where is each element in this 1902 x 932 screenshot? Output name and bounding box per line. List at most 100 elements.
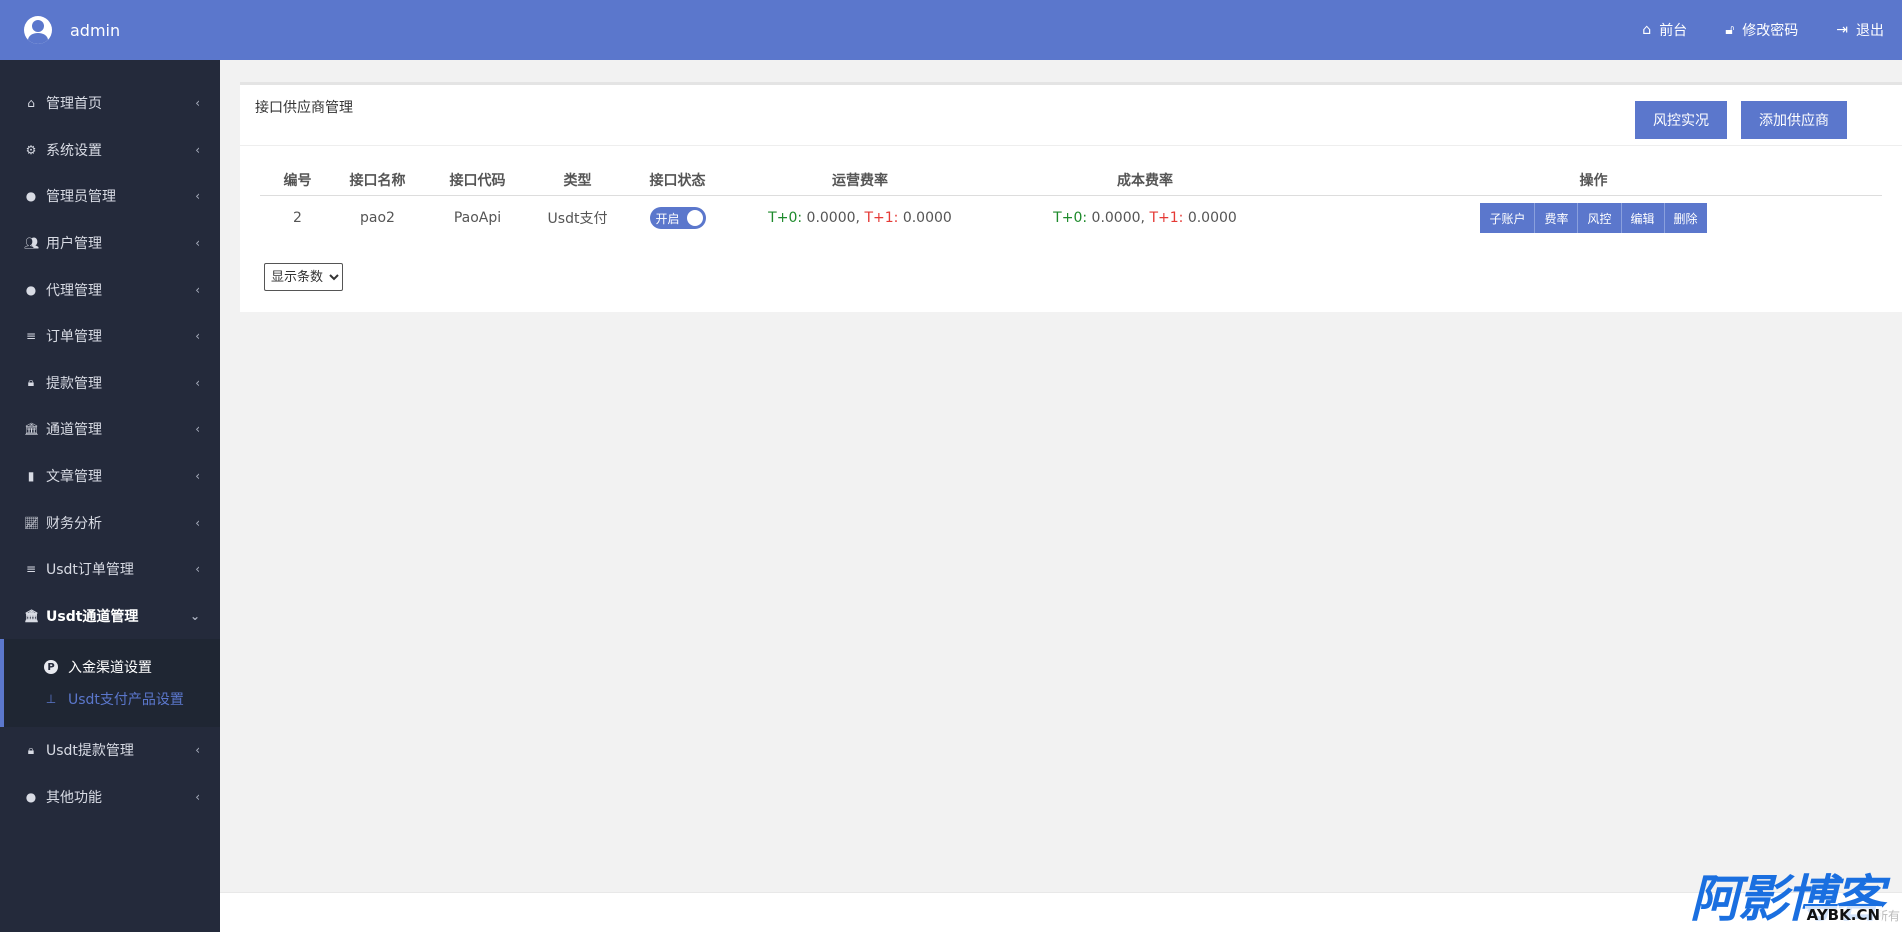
- rate-button[interactable]: 费率: [1535, 203, 1579, 234]
- sidebar: ⌂ 管理首页 ‹ ⚙ 系统设置 ‹ ● 管理员管理 ‹ 👥︎ 用户管理 ‹ ● …: [0, 60, 220, 932]
- sidebar-item-label: Usdt订单管理: [46, 562, 134, 579]
- sidebar-item-agents[interactable]: ● 代理管理 ‹: [0, 266, 220, 313]
- t0-value: 0.0000: [1091, 210, 1141, 227]
- submenu-item-label: 入金渠道设置: [68, 660, 152, 677]
- footer: 所有: [220, 892, 1902, 932]
- cell-code: PaoApi: [453, 210, 502, 227]
- column-header: 类型: [535, 165, 620, 196]
- lock-icon: 🔒︎: [27, 742, 35, 757]
- edit-button[interactable]: 编辑: [1621, 203, 1665, 234]
- cell-status: 开启: [620, 195, 735, 241]
- chevron-left-icon: ‹: [195, 282, 200, 297]
- lock-icon: 🔒︎: [27, 375, 35, 390]
- book-icon: ▮: [27, 469, 35, 484]
- user-circle-icon: ●: [25, 189, 37, 204]
- sidebar-item-admins[interactable]: ● 管理员管理 ‹: [0, 173, 220, 220]
- t0-sep: :: [797, 210, 803, 227]
- page-title: 接口供应商管理: [255, 100, 353, 116]
- rate-comma: ,: [1140, 210, 1145, 227]
- status-toggle[interactable]: 开启: [649, 207, 706, 230]
- sidebar-item-usdt-orders[interactable]: ≡ Usdt订单管理 ‹: [0, 546, 220, 593]
- t1-value: 0.0000: [1187, 210, 1237, 227]
- user-circle-icon: ●: [25, 790, 37, 805]
- sidebar-item-label: Usdt通道管理: [46, 608, 139, 625]
- sidebar-item-withdrawals[interactable]: 🔒︎ 提款管理 ‹: [0, 360, 220, 407]
- lock-icon: 🔓︎: [1725, 22, 1735, 38]
- sidebar-item-home[interactable]: ⌂ 管理首页 ‹: [0, 80, 220, 127]
- t0-label: T+0: [1053, 210, 1083, 227]
- supplier-panel: 接口供应商管理 风控实况 添加供应商 编号 接口名称 接口代码 类型 接口状态 …: [240, 82, 1902, 312]
- sub-account-button[interactable]: 子账户: [1480, 203, 1536, 234]
- chevron-left-icon: ‹: [195, 790, 200, 805]
- t0-value: 0.0000: [806, 210, 856, 227]
- sitemap-icon: ⊥: [45, 692, 57, 707]
- chevron-left-icon: ‹: [195, 469, 200, 484]
- column-header: 编号: [260, 165, 335, 196]
- home-icon: ⌂: [1642, 22, 1652, 38]
- cell-name: pao2: [360, 210, 395, 227]
- sidebar-item-finance[interactable]: 📈︎ 财务分析 ‹: [0, 499, 220, 546]
- list-icon: ≡: [25, 562, 37, 577]
- change-password-label: 修改密码: [1742, 23, 1799, 39]
- submenu-item-deposit-channel[interactable]: P 入金渠道设置: [4, 651, 220, 683]
- list-icon: ≡: [25, 329, 37, 344]
- risk-monitor-button[interactable]: 风控实况: [1635, 101, 1727, 139]
- sidebar-item-articles[interactable]: ▮ 文章管理 ‹: [0, 453, 220, 500]
- watermark-logo: 阿影博客 AYBK.CN: [1690, 864, 1884, 928]
- change-password-link[interactable]: 🔓︎ 修改密码: [1725, 20, 1798, 40]
- sidebar-item-channels[interactable]: 🏛︎ 通道管理 ‹: [0, 406, 220, 453]
- column-header: 成本费率: [985, 165, 1305, 196]
- t1-sep: :: [1178, 210, 1184, 227]
- action-button-group: 子账户 费率 风控 编辑 删除: [1480, 203, 1707, 234]
- avatar-icon[interactable]: [24, 16, 52, 44]
- sidebar-item-label: 文章管理: [46, 469, 102, 486]
- chevron-left-icon: ‹: [195, 562, 200, 577]
- usdt-channels-submenu: P 入金渠道设置 ⊥ Usdt支付产品设置: [0, 639, 220, 728]
- sidebar-item-usdt-channels[interactable]: 🏛︎ Usdt通道管理 ⌄: [0, 593, 220, 640]
- rate-comma: ,: [855, 210, 860, 227]
- page-size-select[interactable]: 显示条数: [264, 263, 343, 291]
- submenu-item-usdt-product[interactable]: ⊥ Usdt支付产品设置: [4, 683, 220, 715]
- chevron-left-icon: ‹: [195, 142, 200, 157]
- risk-control-button[interactable]: 风控: [1578, 203, 1622, 234]
- frontend-link[interactable]: ⌂ 前台: [1642, 20, 1687, 40]
- username[interactable]: admin: [70, 21, 120, 40]
- t1-sep: :: [893, 210, 899, 227]
- sidebar-item-users[interactable]: 👥︎ 用户管理 ‹: [0, 220, 220, 267]
- column-header: 接口状态: [620, 165, 735, 196]
- sidebar-item-settings[interactable]: ⚙ 系统设置 ‹: [0, 127, 220, 174]
- sidebar-menu: ⌂ 管理首页 ‹ ⚙ 系统设置 ‹ ● 管理员管理 ‹ 👥︎ 用户管理 ‹ ● …: [0, 80, 220, 820]
- bank-icon: 🏛︎: [24, 608, 40, 623]
- column-header: 接口代码: [420, 165, 535, 196]
- delete-button[interactable]: 删除: [1664, 203, 1707, 234]
- chevron-left-icon: ‹: [195, 515, 200, 530]
- top-header: admin ⌂ 前台 🔓︎ 修改密码 ⇥ 退出: [0, 0, 1902, 60]
- cell-type: Usdt支付: [547, 211, 608, 228]
- sidebar-item-label: 代理管理: [46, 282, 102, 299]
- sidebar-item-label: 管理员管理: [46, 189, 116, 206]
- panel-actions: 风控实况 添加供应商: [1635, 101, 1847, 139]
- t0-label: T+0: [768, 210, 798, 227]
- chart-line-icon: 📈︎: [24, 515, 40, 530]
- sidebar-item-others[interactable]: ● 其他功能 ‹: [0, 774, 220, 821]
- supplier-table: 编号 接口名称 接口代码 类型 接口状态 运营费率 成本费率 操作 2 pao2…: [260, 165, 1882, 241]
- cell-op-rate: T+0: 0.0000, T+1: 0.0000: [735, 195, 985, 241]
- column-header: 运营费率: [735, 165, 985, 196]
- sidebar-item-label: 用户管理: [46, 236, 102, 253]
- divider: [240, 145, 1902, 146]
- logout-icon: ⇥: [1836, 22, 1848, 38]
- users-icon: 👥︎: [24, 236, 40, 251]
- sidebar-item-orders[interactable]: ≡ 订单管理 ‹: [0, 313, 220, 360]
- cell-cost-rate: T+0: 0.0000, T+1: 0.0000: [985, 195, 1305, 241]
- status-toggle-label: 开启: [655, 211, 680, 226]
- sidebar-item-label: 系统设置: [46, 142, 102, 159]
- t0-sep: :: [1082, 210, 1088, 227]
- logout-link[interactable]: ⇥ 退出: [1836, 20, 1884, 40]
- p-circle-icon: P: [44, 660, 58, 675]
- chevron-left-icon: ‹: [195, 743, 200, 758]
- t1-value: 0.0000: [902, 210, 952, 227]
- watermark-sub: AYBK.CN: [1804, 906, 1882, 924]
- home-icon: ⌂: [27, 96, 35, 111]
- add-supplier-button[interactable]: 添加供应商: [1741, 101, 1847, 139]
- sidebar-item-usdt-withdrawals[interactable]: 🔒︎ Usdt提款管理 ‹: [0, 727, 220, 774]
